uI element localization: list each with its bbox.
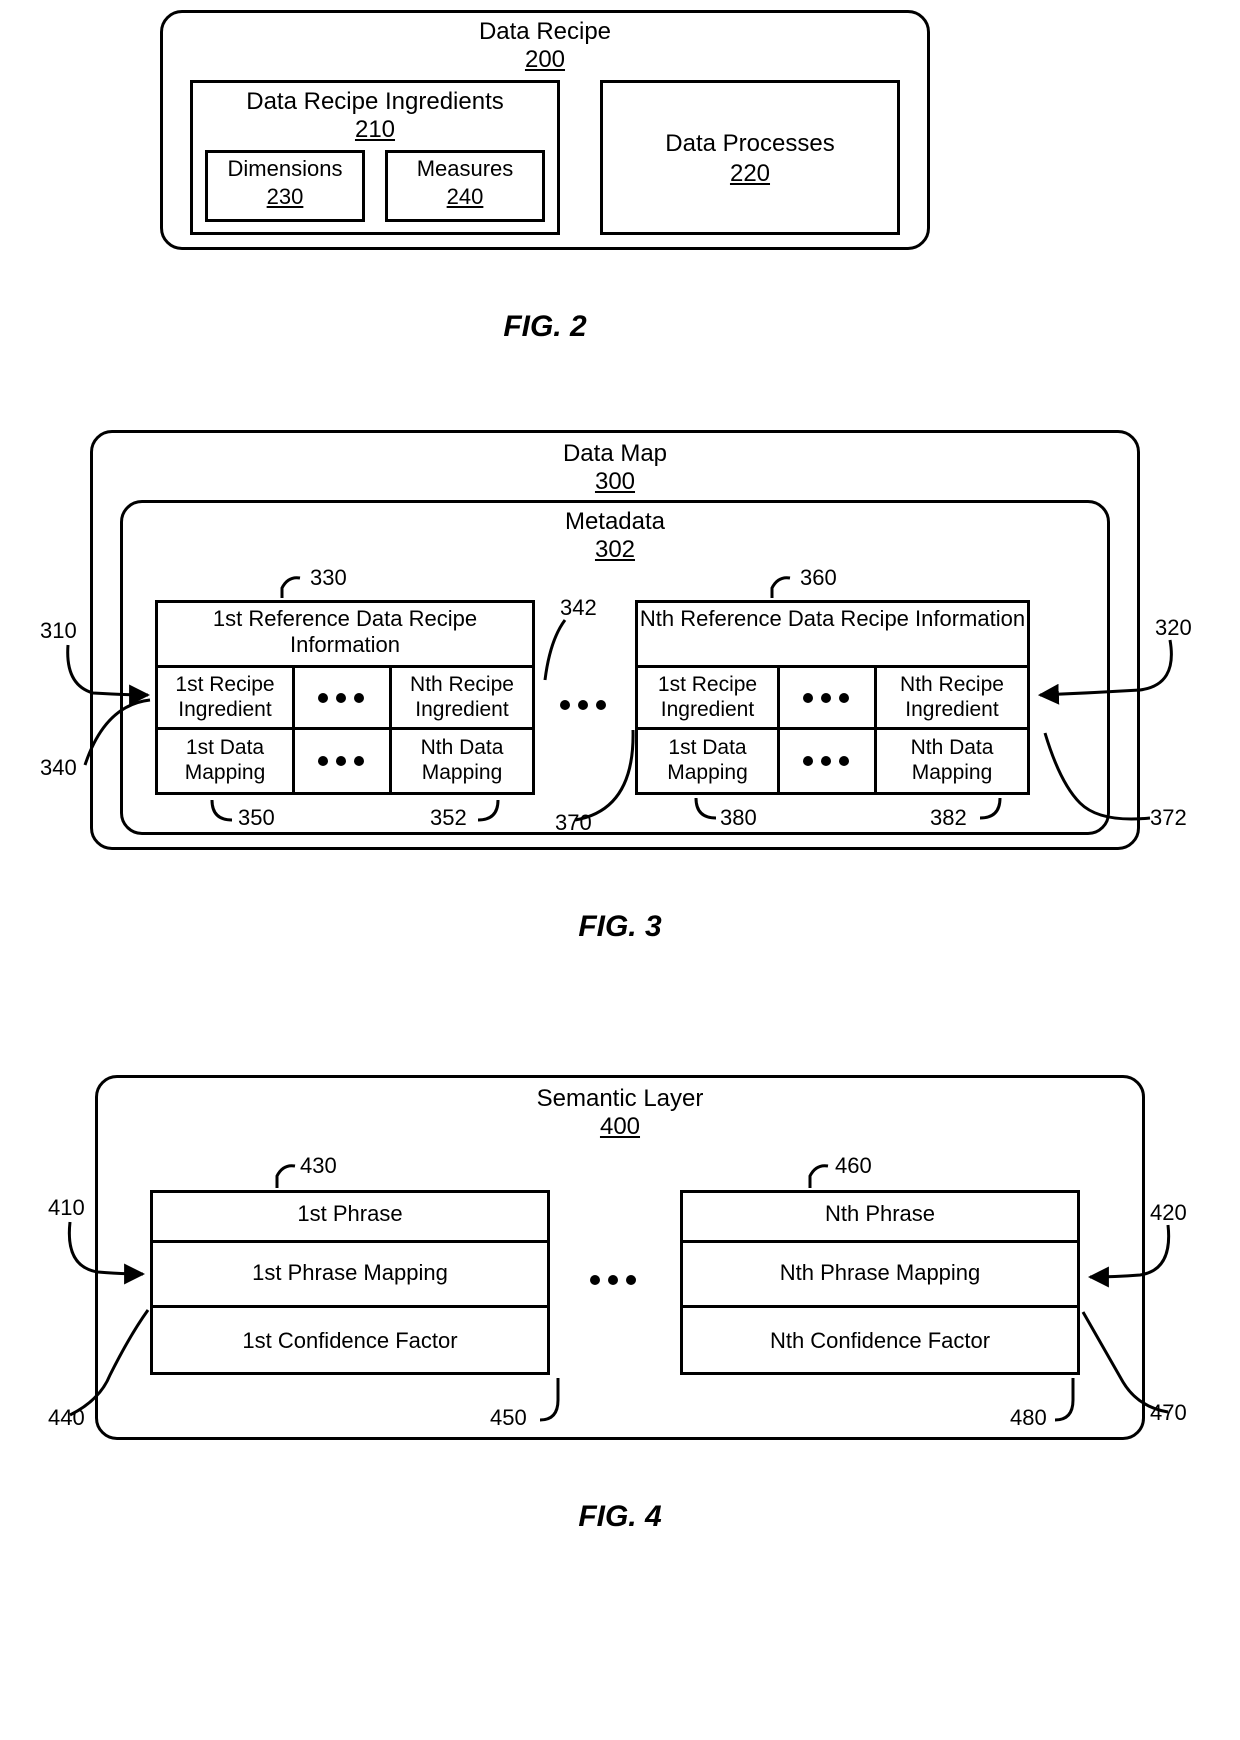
fig4-outer-title: Semantic Layer [95,1085,1145,1114]
fig2-dimensions-ref: 230 [205,184,365,210]
fig4-ref-440: 440 [48,1405,85,1431]
fig3-ref-360: 360 [800,565,837,591]
fig2-measures-ref: 240 [385,184,545,210]
fig4-right-row2: Nth Phrase Mapping [680,1260,1080,1286]
fig3-outer-ref: 300 [90,468,1140,497]
fig2-dimensions-title: Dimensions [205,156,365,182]
fig3-left-r2c1-lbl: 1st Data Mapping [155,735,295,785]
fig3-ref-342: 342 [560,595,597,621]
fig3-ref-340: 340 [40,755,77,781]
fig4-left-row2: 1st Phrase Mapping [150,1260,550,1286]
leader-lines [0,0,1240,1740]
fig4-right-div1 [680,1240,1080,1243]
fig4-left-div2 [150,1305,550,1308]
fig3-left-r2c3-lbl: Nth Data Mapping [389,735,535,785]
fig3-left-header: 1st Reference Data Recipe Information [155,606,535,659]
fig3-ref-380: 380 [720,805,757,831]
fig2-processes-title: Data Processes [600,130,900,159]
fig4-caption: FIG. 4 [520,1500,720,1534]
fig3-left-r1c3-lbl: Nth Recipe Ingredient [389,672,535,722]
fig4-left-row1: 1st Phrase [150,1201,550,1227]
fig4-ref-420: 420 [1150,1200,1187,1226]
fig3-ref-330: 330 [310,565,347,591]
fig3-ref-382: 382 [930,805,967,831]
fig2-processes-ref: 220 [600,160,900,189]
fig4-ref-410: 410 [48,1195,85,1221]
fig2-ingredients-title: Data Recipe Ingredients [190,88,560,117]
fig4-right-div2 [680,1305,1080,1308]
ellipsis-icon [803,693,849,703]
fig3-left-r1c1-lbl: 1st Recipe Ingredient [155,672,295,722]
fig3-meta-title: Metadata [120,508,1110,537]
fig3-ref-320: 320 [1155,615,1192,641]
fig2-caption: FIG. 2 [445,310,645,344]
fig2-measures-title: Measures [385,156,545,182]
fig3-right-r2c3-lbl: Nth Data Mapping [874,735,1030,785]
ellipsis-icon [590,1275,636,1285]
fig4-ref-480: 480 [1010,1405,1047,1431]
fig3-right-r2c1-lbl: 1st Data Mapping [635,735,780,785]
fig3-right-r1c1-lbl: 1st Recipe Ingredient [635,672,780,722]
diagram-stage: Data Recipe 200 Data Recipe Ingredients … [0,0,1240,1740]
fig3-meta-ref: 302 [120,536,1110,565]
ellipsis-icon [318,756,364,766]
fig3-caption: FIG. 3 [520,910,720,944]
fig2-outer-title: Data Recipe [160,18,930,47]
fig3-right-r1c3-lbl: Nth Recipe Ingredient [874,672,1030,722]
fig4-ref-450: 450 [490,1405,527,1431]
fig4-outer-ref: 400 [95,1113,1145,1142]
fig4-left-div1 [150,1240,550,1243]
fig4-ref-460: 460 [835,1153,872,1179]
fig4-right-row3: Nth Confidence Factor [680,1328,1080,1354]
ellipsis-icon [803,756,849,766]
fig3-ref-372: 372 [1150,805,1187,831]
fig4-ref-430: 430 [300,1153,337,1179]
fig4-left-row3: 1st Confidence Factor [150,1328,550,1354]
fig3-ref-310: 310 [40,618,77,644]
fig3-right-header: Nth Reference Data Recipe Information [635,606,1030,632]
fig4-ref-470: 470 [1150,1400,1187,1426]
ellipsis-icon [560,700,606,710]
fig2-ingredients-ref: 210 [190,116,560,145]
fig4-right-row1: Nth Phrase [680,1201,1080,1227]
fig3-outer-title: Data Map [90,440,1140,469]
ellipsis-icon [318,693,364,703]
fig3-ref-352: 352 [430,805,467,831]
fig3-ref-350: 350 [238,805,275,831]
fig3-ref-370: 370 [555,810,592,836]
fig2-outer-ref: 200 [160,46,930,75]
